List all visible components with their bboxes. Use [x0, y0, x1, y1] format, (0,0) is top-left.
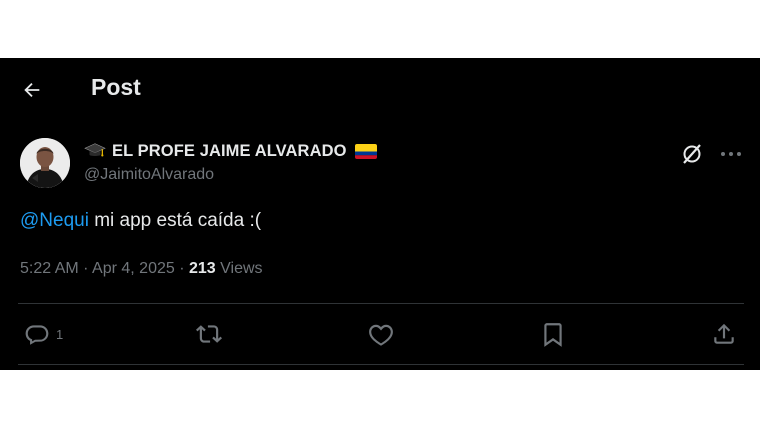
- author-display-name: EL PROFE JAIME ALVARADO: [112, 141, 347, 160]
- avatar-image: [20, 138, 70, 188]
- mention-link[interactable]: @Nequi: [20, 210, 89, 231]
- repost-button[interactable]: [196, 320, 222, 348]
- header-bar: Post: [0, 58, 760, 118]
- like-button[interactable]: [368, 320, 394, 348]
- heart-icon: [369, 324, 393, 346]
- views-count: 213: [189, 260, 216, 277]
- repost-icon: [196, 325, 222, 343]
- more-options-button[interactable]: [718, 142, 744, 166]
- page-title: Post: [91, 74, 141, 100]
- grok-icon[interactable]: [680, 142, 704, 166]
- post-time[interactable]: 5:22 AM: [20, 260, 79, 277]
- divider: [18, 364, 744, 365]
- post-text: @Nequi mi app está caída :(: [20, 210, 261, 232]
- author-handle[interactable]: @JaimitoAlvarado: [84, 166, 214, 184]
- meta-separator: ·: [78, 260, 93, 277]
- avatar[interactable]: [20, 138, 70, 188]
- reply-button[interactable]: 1: [24, 320, 63, 348]
- post-body: mi app está caída :(: [88, 210, 262, 231]
- action-bar: 1: [0, 304, 760, 364]
- post-page: Post EL PROFE JAIME ALVARADO @JaimitoAlv…: [0, 58, 760, 370]
- back-button[interactable]: [18, 76, 46, 104]
- meta-separator: ·: [174, 260, 189, 277]
- views-label: Views: [215, 260, 263, 277]
- arrow-left-icon: [24, 82, 40, 98]
- post-meta: 5:22 AM · Apr 4, 2025 · 213 Views: [20, 260, 263, 278]
- bookmark-button[interactable]: [540, 320, 566, 348]
- reply-count: 1: [56, 326, 64, 342]
- colombia-flag-icon: [354, 143, 377, 159]
- graduation-cap-icon: [84, 143, 106, 157]
- share-icon: [714, 323, 734, 344]
- author-name-row[interactable]: EL PROFE JAIME ALVARADO: [84, 140, 377, 162]
- post-date[interactable]: Apr 4, 2025: [92, 260, 175, 277]
- more-dots-icon: [721, 152, 741, 156]
- bookmark-icon: [544, 323, 562, 347]
- reply-icon: [25, 325, 49, 345]
- share-button[interactable]: [711, 320, 737, 348]
